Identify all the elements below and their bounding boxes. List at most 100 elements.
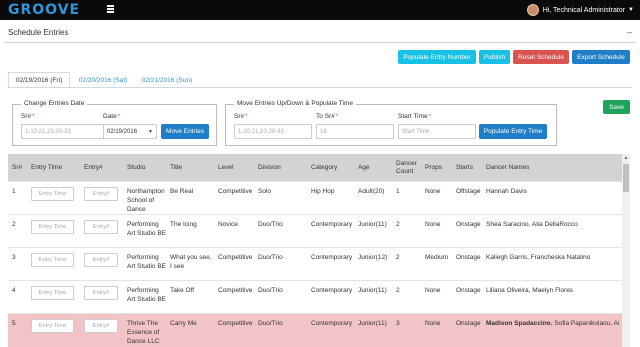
- sr-input[interactable]: 1-10,21,23,30-33: [21, 124, 107, 139]
- change-entries-legend: Change Entries Date: [21, 100, 88, 107]
- hamburger-icon[interactable]: [107, 5, 114, 13]
- cell-division: Duo/Trio: [258, 320, 283, 327]
- to-sr-input[interactable]: 16: [316, 124, 394, 139]
- tab-sat[interactable]: 02/20/2016 (Sat): [72, 72, 134, 88]
- entry-number-input[interactable]: Entry#: [84, 220, 118, 234]
- cell-age: Junior(11): [358, 221, 387, 228]
- cell-level: Novice: [218, 221, 238, 228]
- entry-number-input[interactable]: Entry#: [84, 286, 118, 300]
- cell-starts: Onstage: [456, 254, 481, 261]
- triangle-up-icon[interactable]: ▲: [622, 154, 630, 162]
- entry-number-input[interactable]: Entry#: [84, 319, 118, 333]
- table-row[interactable]: 2 Performing Art Studio BE The Icing Novice…: [8, 214, 622, 247]
- dancer-names-text: Shea Saracino, Alia DellaRocco: [486, 221, 578, 228]
- cell-title: The Icing: [170, 221, 197, 228]
- cell-dancer-count: 1: [396, 188, 400, 195]
- publish-button[interactable]: Publish: [479, 50, 510, 64]
- cell-dancer-names: Liliana Oliveira, Maelyn Flores: [486, 286, 573, 295]
- th-dancer-count[interactable]: Dancer Count: [396, 154, 420, 181]
- cell-age: Junior(11): [358, 320, 387, 327]
- cell-division: Duo/Trio: [258, 221, 283, 228]
- cell-age: Junior(12): [358, 254, 388, 261]
- cell-studio: Performing Art Studio BE: [127, 287, 167, 303]
- cell-level: Competitive: [218, 254, 253, 261]
- cell-dancer-count: 2: [396, 221, 400, 228]
- move-sr-label: Sr#*: [234, 113, 248, 120]
- dancer-names-text: Hannah Davis: [486, 188, 527, 195]
- user-greeting: Hi, Technical Administrator: [542, 6, 626, 14]
- cell-sr: 5: [12, 320, 16, 327]
- cell-sr: 1: [12, 188, 16, 195]
- cell-category: Contemporary: [311, 221, 353, 228]
- cell-division: Solo: [258, 188, 272, 195]
- cell-category: Contemporary: [311, 254, 353, 261]
- entry-number-input[interactable]: Entry#: [84, 187, 118, 201]
- th-entry-time[interactable]: Entry Time: [31, 154, 62, 181]
- th-entry-no[interactable]: Entry#: [84, 154, 103, 181]
- cell-props: None: [425, 221, 441, 228]
- entry-time-input[interactable]: Entry Time: [31, 319, 74, 333]
- cell-dancer-count: 2: [396, 254, 400, 261]
- date-select[interactable]: 02/19/2016 ▼: [103, 124, 157, 139]
- cell-sr: 4: [12, 287, 16, 294]
- cell-dancer-names: Hannah Davis: [486, 187, 527, 196]
- cell-sr: 3: [12, 254, 16, 261]
- cell-title: Be Real: [170, 188, 194, 195]
- th-age[interactable]: Age: [358, 154, 370, 181]
- app-logo[interactable]: GROOVE: [8, 2, 80, 18]
- sr-label: Sr#*: [21, 113, 35, 120]
- table-header: Sr# Entry Time Entry# Studio Title Level…: [8, 154, 622, 181]
- start-time-input[interactable]: Start Time: [398, 124, 476, 139]
- th-starts[interactable]: Starts: [456, 154, 473, 181]
- cell-title: Carry Me: [170, 320, 197, 327]
- th-division[interactable]: Division: [258, 154, 281, 181]
- page-title: Schedule Entries: [8, 28, 69, 37]
- move-sr-input[interactable]: 1-10,21,23,30-33: [234, 124, 312, 139]
- export-schedule-button[interactable]: Export Schedule: [572, 50, 630, 64]
- dancer-names-text: Kaliegh Garris, Francheska Natalino: [486, 254, 591, 261]
- collapse-button[interactable]: –: [627, 27, 632, 37]
- th-props[interactable]: Props: [425, 154, 442, 181]
- th-level[interactable]: Level: [218, 154, 234, 181]
- table-row[interactable]: 3 Performing Art Studio BE What you see, I…: [8, 247, 622, 280]
- table-row[interactable]: 5 Thrive The Essence of Dance LLC Carry Me…: [8, 313, 622, 347]
- to-sr-label: To Sr#*: [316, 113, 339, 120]
- cell-props: None: [425, 320, 441, 327]
- cell-starts: Onstage: [456, 320, 481, 327]
- reset-schedule-button[interactable]: Reset Schedule: [513, 50, 569, 64]
- populate-entry-number-button[interactable]: Populate Entry Number: [398, 50, 476, 64]
- th-title[interactable]: Title: [170, 154, 182, 181]
- table-row[interactable]: 1 Northampton School of Dance Be Real Compe…: [8, 181, 622, 214]
- user-menu[interactable]: Hi, Technical Administrator ▼: [526, 3, 634, 17]
- move-entries-button[interactable]: Move Entries: [161, 124, 209, 139]
- cell-level: Competitive: [218, 287, 253, 294]
- th-sr[interactable]: Sr#: [12, 154, 22, 181]
- th-dancer-names[interactable]: Dancer Names: [486, 154, 529, 181]
- cell-category: Hip Hop: [311, 188, 335, 195]
- cell-title: Take Off: [170, 287, 195, 294]
- table-row[interactable]: 4 Performing Art Studio BE Take Off Competi…: [8, 280, 622, 313]
- cell-division: Duo/Trio: [258, 287, 283, 294]
- dancer-names-text: , Sofia Papanikolaou, Ai: [550, 320, 620, 327]
- schedule-table: Sr# Entry Time Entry# Studio Title Level…: [8, 154, 630, 347]
- tab-fri[interactable]: 02/19/2016 (Fri): [8, 72, 70, 88]
- cell-level: Competitive: [218, 320, 253, 327]
- entry-time-input[interactable]: Entry Time: [31, 187, 74, 201]
- entry-number-input[interactable]: Entry#: [84, 253, 118, 267]
- cell-dancer-names: Kaliegh Garris, Francheska Natalino: [486, 253, 590, 262]
- scroll-thumb[interactable]: [623, 164, 629, 192]
- cell-dancer-count: 2: [396, 287, 400, 294]
- entry-time-input[interactable]: Entry Time: [31, 286, 74, 300]
- tab-sun[interactable]: 02/21/2016 (Sun): [136, 72, 198, 88]
- tab-divider: [8, 87, 632, 88]
- divider: [4, 42, 636, 43]
- entry-time-input[interactable]: Entry Time: [31, 220, 74, 234]
- populate-entry-time-button[interactable]: Populate Entry Time: [479, 124, 547, 139]
- vertical-scrollbar[interactable]: ▲: [622, 154, 630, 347]
- avatar: [526, 4, 539, 16]
- save-button[interactable]: Save: [603, 100, 630, 114]
- th-category[interactable]: Category: [311, 154, 337, 181]
- th-studio[interactable]: Studio: [127, 154, 145, 181]
- cell-category: Contemporary: [311, 287, 353, 294]
- entry-time-input[interactable]: Entry Time: [31, 253, 74, 267]
